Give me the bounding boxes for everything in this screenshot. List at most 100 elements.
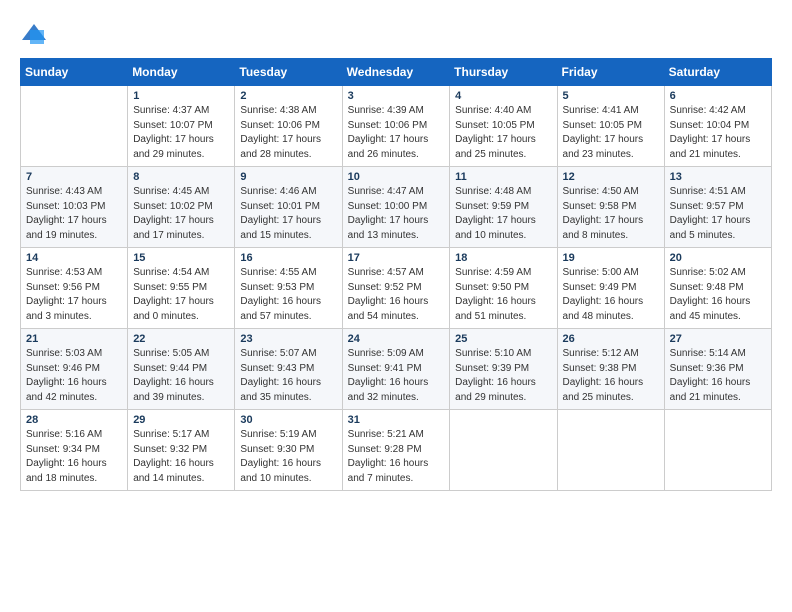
weekday-header: Tuesday	[235, 59, 342, 86]
day-number: 19	[563, 252, 659, 264]
calendar-cell: 5 Sunrise: 4:41 AM Sunset: 10:05 PM Dayli…	[557, 86, 664, 167]
day-info: Sunrise: 5:00 AM Sunset: 9:49 PM Dayligh…	[563, 266, 659, 324]
calendar-cell: 30 Sunrise: 5:19 AM Sunset: 9:30 PM Dayli…	[235, 410, 342, 491]
calendar-cell: 14 Sunrise: 4:53 AM Sunset: 9:56 PM Dayli…	[21, 248, 128, 329]
calendar-cell	[557, 410, 664, 491]
calendar-cell: 1 Sunrise: 4:37 AM Sunset: 10:07 PM Dayli…	[128, 86, 235, 167]
day-info: Sunrise: 4:55 AM Sunset: 9:53 PM Dayligh…	[240, 266, 336, 324]
day-info: Sunrise: 5:12 AM Sunset: 9:38 PM Dayligh…	[563, 347, 659, 405]
calendar-week-row: 1 Sunrise: 4:37 AM Sunset: 10:07 PM Dayli…	[21, 86, 772, 167]
day-number: 22	[133, 333, 229, 345]
calendar-cell: 31 Sunrise: 5:21 AM Sunset: 9:28 PM Dayli…	[342, 410, 450, 491]
calendar-cell	[450, 410, 557, 491]
day-number: 7	[26, 171, 122, 183]
weekday-header: Wednesday	[342, 59, 450, 86]
calendar-cell: 13Sunrise: 4:51 AM Sunset: 9:57 PM Dayli…	[664, 167, 771, 248]
logo-icon	[20, 20, 48, 48]
calendar-body: 1 Sunrise: 4:37 AM Sunset: 10:07 PM Dayli…	[21, 86, 772, 491]
day-info: Sunrise: 4:43 AM Sunset: 10:03 PM Daylig…	[26, 185, 122, 243]
day-info: Sunrise: 4:38 AM Sunset: 10:06 PM Daylig…	[240, 104, 336, 162]
calendar-cell: 3Sunrise: 4:39 AM Sunset: 10:06 PM Dayli…	[342, 86, 450, 167]
calendar-cell: 24 Sunrise: 5:09 AM Sunset: 9:41 PM Dayli…	[342, 329, 450, 410]
calendar-cell: 27Sunrise: 5:14 AM Sunset: 9:36 PM Dayli…	[664, 329, 771, 410]
calendar-cell: 15 Sunrise: 4:54 AM Sunset: 9:55 PM Dayli…	[128, 248, 235, 329]
logo	[20, 20, 52, 48]
day-info: Sunrise: 5:02 AM Sunset: 9:48 PM Dayligh…	[670, 266, 766, 324]
calendar-table: SundayMondayTuesdayWednesdayThursdayFrid…	[20, 58, 772, 491]
calendar-week-row: 7 Sunrise: 4:43 AM Sunset: 10:03 PM Dayli…	[21, 167, 772, 248]
calendar-cell: 17 Sunrise: 4:57 AM Sunset: 9:52 PM Dayli…	[342, 248, 450, 329]
day-number: 11	[455, 171, 551, 183]
day-info: Sunrise: 4:40 AM Sunset: 10:05 PM Daylig…	[455, 104, 551, 162]
weekday-header: Monday	[128, 59, 235, 86]
calendar-cell: 18Sunrise: 4:59 AM Sunset: 9:50 PM Dayli…	[450, 248, 557, 329]
header	[20, 20, 772, 48]
day-info: Sunrise: 4:45 AM Sunset: 10:02 PM Daylig…	[133, 185, 229, 243]
day-number: 18	[455, 252, 551, 264]
calendar-cell: 12 Sunrise: 4:50 AM Sunset: 9:58 PM Dayli…	[557, 167, 664, 248]
calendar-cell: 16 Sunrise: 4:55 AM Sunset: 9:53 PM Dayli…	[235, 248, 342, 329]
calendar-cell	[664, 410, 771, 491]
weekday-header: Thursday	[450, 59, 557, 86]
day-number: 23	[240, 333, 336, 345]
day-number: 14	[26, 252, 122, 264]
day-info: Sunrise: 5:14 AM Sunset: 9:36 PM Dayligh…	[670, 347, 766, 405]
day-info: Sunrise: 5:17 AM Sunset: 9:32 PM Dayligh…	[133, 428, 229, 486]
calendar-cell: 20 Sunrise: 5:02 AM Sunset: 9:48 PM Dayli…	[664, 248, 771, 329]
day-number: 12	[563, 171, 659, 183]
day-number: 21	[26, 333, 122, 345]
day-number: 1	[133, 90, 229, 102]
day-number: 9	[240, 171, 336, 183]
calendar-cell: 22 Sunrise: 5:05 AM Sunset: 9:44 PM Dayli…	[128, 329, 235, 410]
calendar-cell: 4Sunrise: 4:40 AM Sunset: 10:05 PM Dayli…	[450, 86, 557, 167]
day-number: 8	[133, 171, 229, 183]
day-number: 29	[133, 414, 229, 426]
calendar-cell: 8 Sunrise: 4:45 AM Sunset: 10:02 PM Dayli…	[128, 167, 235, 248]
calendar-cell: 26 Sunrise: 5:12 AM Sunset: 9:38 PM Dayli…	[557, 329, 664, 410]
day-info: Sunrise: 4:46 AM Sunset: 10:01 PM Daylig…	[240, 185, 336, 243]
day-number: 30	[240, 414, 336, 426]
day-info: Sunrise: 4:50 AM Sunset: 9:58 PM Dayligh…	[563, 185, 659, 243]
day-number: 15	[133, 252, 229, 264]
calendar-cell: 28Sunrise: 5:16 AM Sunset: 9:34 PM Dayli…	[21, 410, 128, 491]
day-info: Sunrise: 4:47 AM Sunset: 10:00 PM Daylig…	[348, 185, 445, 243]
day-info: Sunrise: 5:09 AM Sunset: 9:41 PM Dayligh…	[348, 347, 445, 405]
weekday-header: Friday	[557, 59, 664, 86]
weekday-header: Sunday	[21, 59, 128, 86]
calendar-cell: 21Sunrise: 5:03 AM Sunset: 9:46 PM Dayli…	[21, 329, 128, 410]
day-info: Sunrise: 4:41 AM Sunset: 10:05 PM Daylig…	[563, 104, 659, 162]
calendar-cell: 25Sunrise: 5:10 AM Sunset: 9:39 PM Dayli…	[450, 329, 557, 410]
calendar-cell	[21, 86, 128, 167]
day-info: Sunrise: 4:53 AM Sunset: 9:56 PM Dayligh…	[26, 266, 122, 324]
day-info: Sunrise: 5:21 AM Sunset: 9:28 PM Dayligh…	[348, 428, 445, 486]
day-info: Sunrise: 4:57 AM Sunset: 9:52 PM Dayligh…	[348, 266, 445, 324]
day-info: Sunrise: 4:54 AM Sunset: 9:55 PM Dayligh…	[133, 266, 229, 324]
day-number: 5	[563, 90, 659, 102]
day-info: Sunrise: 5:05 AM Sunset: 9:44 PM Dayligh…	[133, 347, 229, 405]
day-info: Sunrise: 4:42 AM Sunset: 10:04 PM Daylig…	[670, 104, 766, 162]
day-number: 16	[240, 252, 336, 264]
weekday-header: Saturday	[664, 59, 771, 86]
calendar-cell: 10 Sunrise: 4:47 AM Sunset: 10:00 PM Dayl…	[342, 167, 450, 248]
day-info: Sunrise: 4:51 AM Sunset: 9:57 PM Dayligh…	[670, 185, 766, 243]
day-number: 31	[348, 414, 445, 426]
calendar-week-row: 21Sunrise: 5:03 AM Sunset: 9:46 PM Dayli…	[21, 329, 772, 410]
day-number: 10	[348, 171, 445, 183]
day-info: Sunrise: 4:48 AM Sunset: 9:59 PM Dayligh…	[455, 185, 551, 243]
calendar-cell: 29 Sunrise: 5:17 AM Sunset: 9:32 PM Dayli…	[128, 410, 235, 491]
day-number: 17	[348, 252, 445, 264]
day-info: Sunrise: 5:07 AM Sunset: 9:43 PM Dayligh…	[240, 347, 336, 405]
calendar-cell: 11 Sunrise: 4:48 AM Sunset: 9:59 PM Dayli…	[450, 167, 557, 248]
day-info: Sunrise: 4:37 AM Sunset: 10:07 PM Daylig…	[133, 104, 229, 162]
day-number: 26	[563, 333, 659, 345]
calendar-cell: 9 Sunrise: 4:46 AM Sunset: 10:01 PM Dayli…	[235, 167, 342, 248]
calendar-cell: 2Sunrise: 4:38 AM Sunset: 10:06 PM Dayli…	[235, 86, 342, 167]
calendar-week-row: 14 Sunrise: 4:53 AM Sunset: 9:56 PM Dayli…	[21, 248, 772, 329]
day-info: Sunrise: 5:19 AM Sunset: 9:30 PM Dayligh…	[240, 428, 336, 486]
day-number: 28	[26, 414, 122, 426]
calendar-week-row: 28Sunrise: 5:16 AM Sunset: 9:34 PM Dayli…	[21, 410, 772, 491]
day-number: 24	[348, 333, 445, 345]
calendar-cell: 23 Sunrise: 5:07 AM Sunset: 9:43 PM Dayli…	[235, 329, 342, 410]
day-number: 20	[670, 252, 766, 264]
day-number: 6	[670, 90, 766, 102]
